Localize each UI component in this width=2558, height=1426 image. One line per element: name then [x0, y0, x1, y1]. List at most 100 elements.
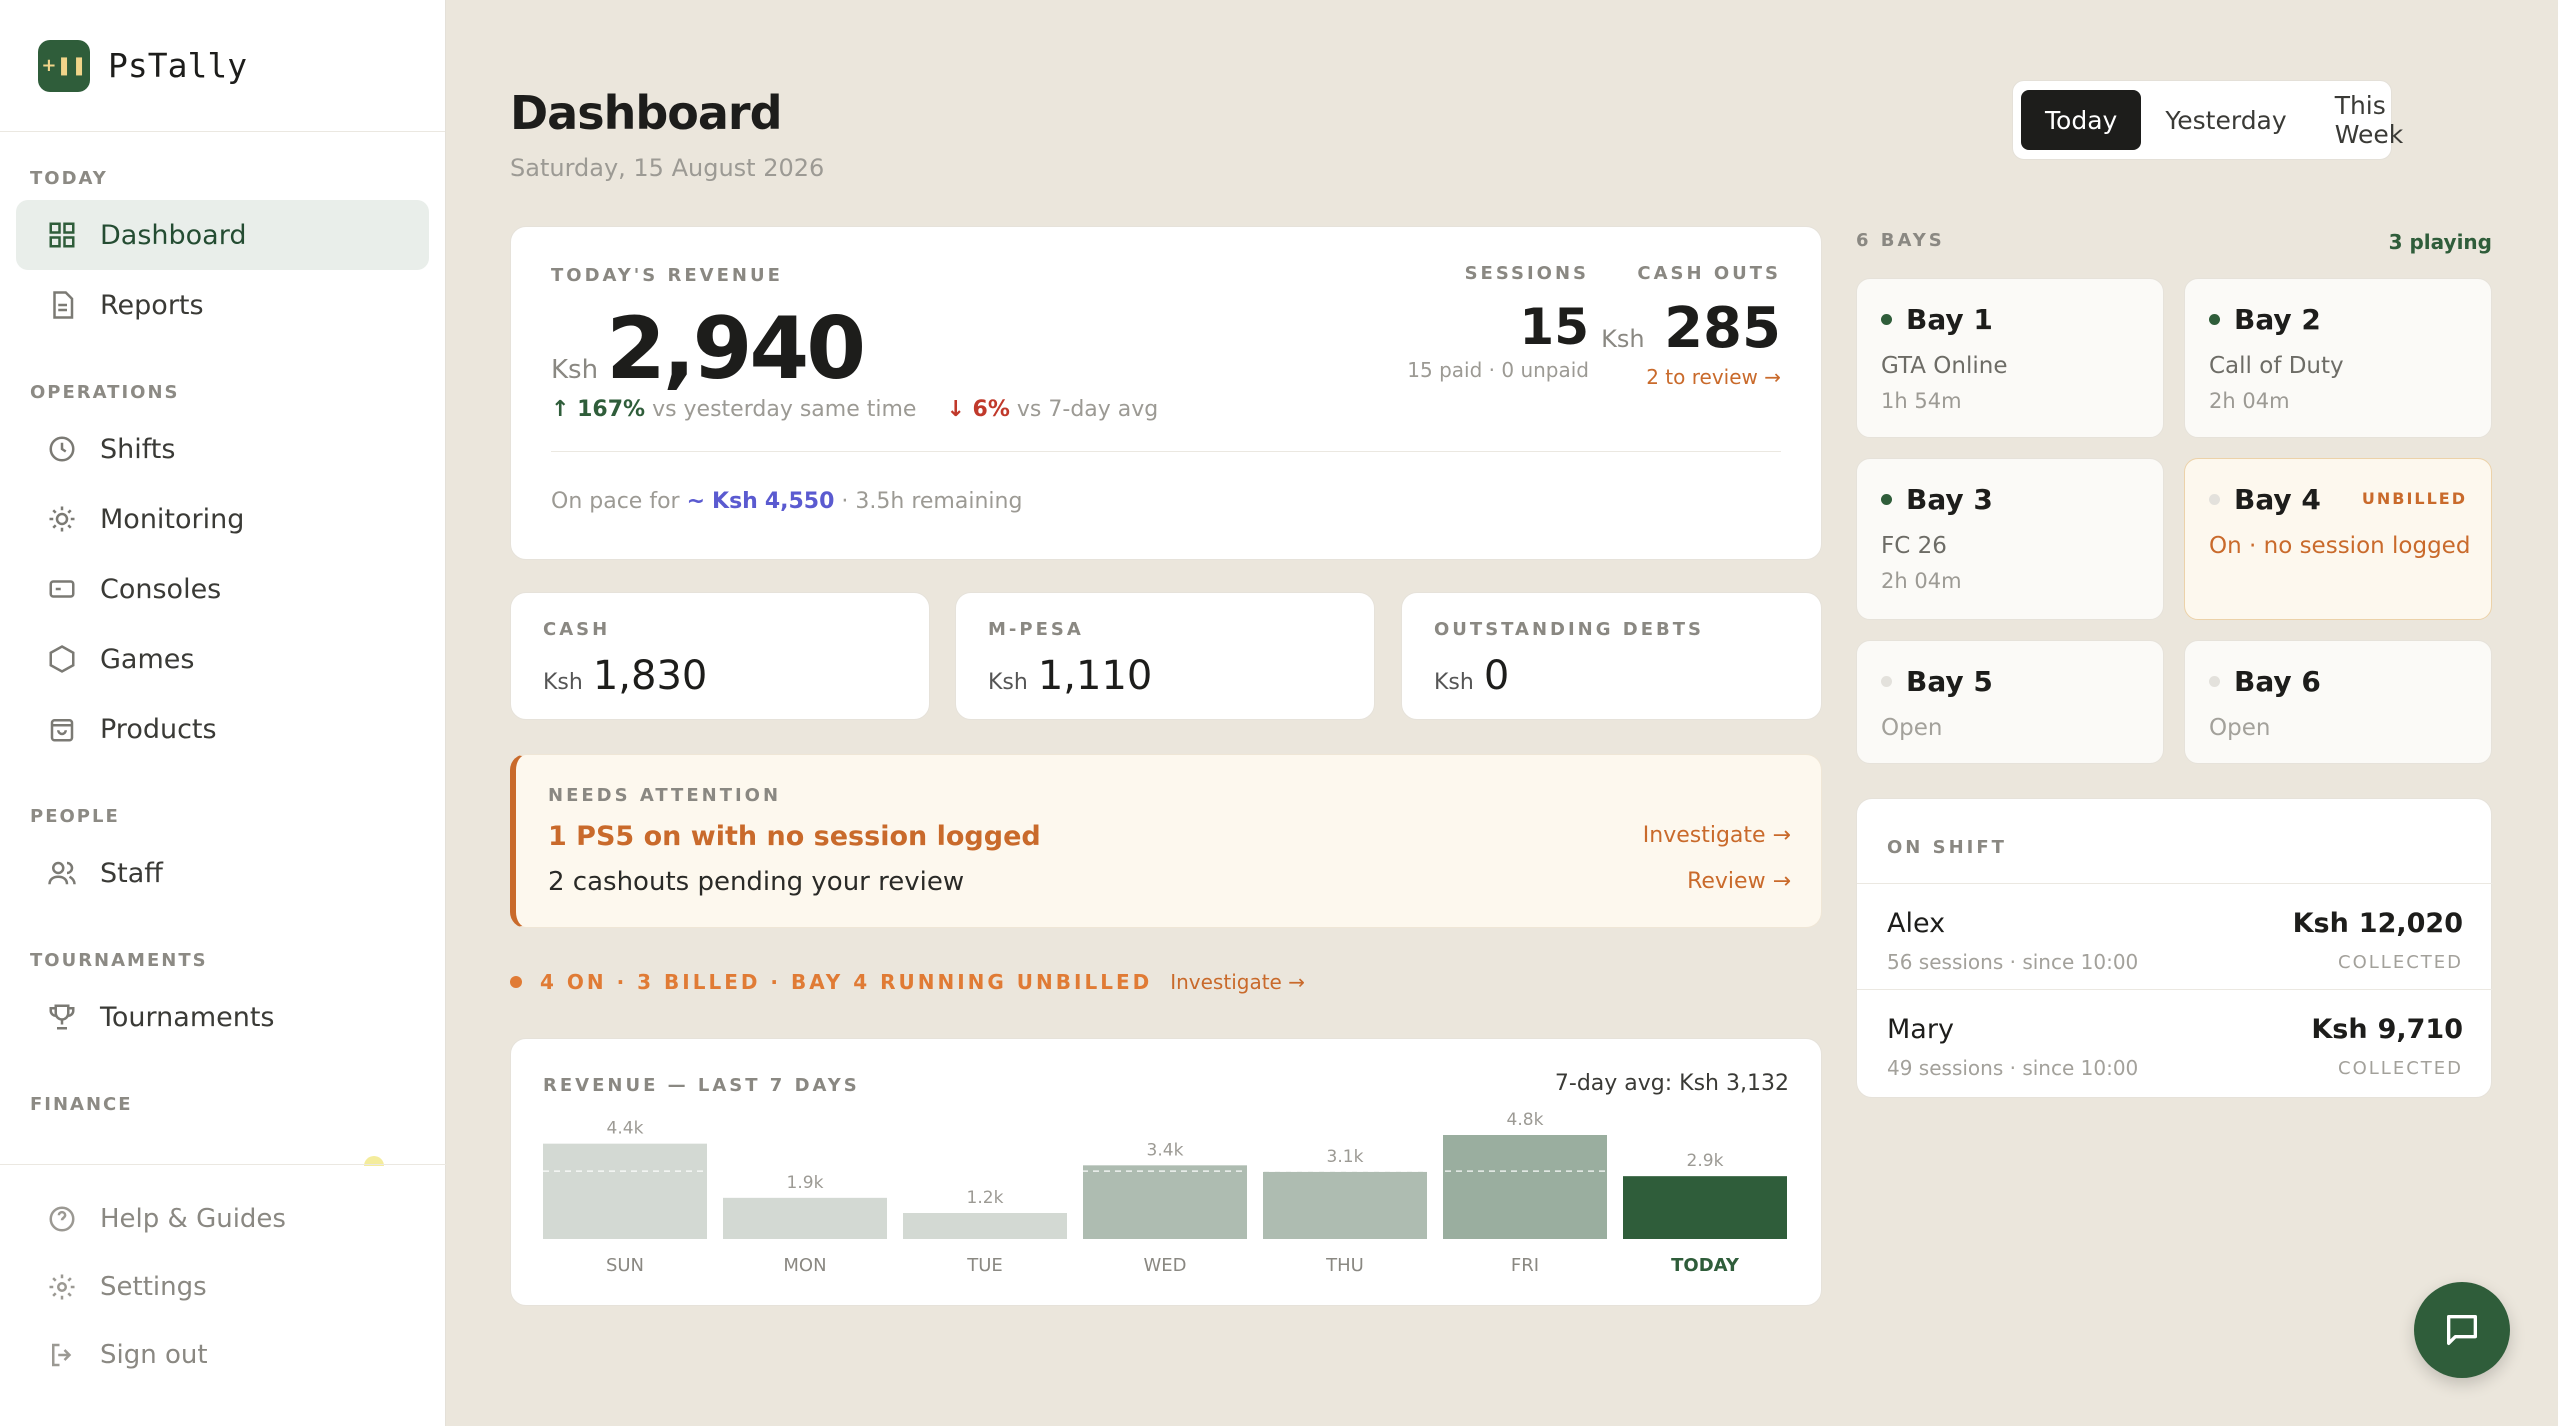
sessions-value: 15	[1519, 298, 1589, 356]
sessions-label: SESSIONS	[1464, 263, 1589, 284]
currency: Ksh	[551, 355, 599, 385]
pace-remaining: · 3.5h remaining	[841, 489, 1023, 514]
nav-heading: OPERATIONS	[30, 382, 180, 403]
bay-card-4[interactable]: Bay 4 UNBILLED On · no session logged	[2184, 458, 2492, 620]
debts-card: OUTSTANDING DEBTS Ksh 0	[1401, 592, 1822, 720]
pace-prefix: On pace for	[551, 489, 680, 514]
sidebar-item-settings[interactable]: Settings	[16, 1253, 430, 1321]
bay-game: FC 26	[1881, 533, 1947, 559]
chart-bar-mon[interactable]	[723, 1197, 887, 1239]
chart-data-label: 1.9k	[787, 1173, 824, 1193]
cash-amount: Ksh 1,830	[543, 653, 707, 699]
sidebar-item-games[interactable]: Games	[16, 624, 429, 694]
debts-value: 0	[1483, 653, 1510, 699]
bay-name-text: Bay 1	[1906, 303, 1993, 336]
chart-bar-wed[interactable]	[1083, 1165, 1247, 1239]
trophy-icon	[46, 1001, 78, 1033]
status-dot-icon	[1881, 494, 1892, 505]
sidebar-item-label: Settings	[100, 1272, 207, 1302]
staff-collected-label: COLLECTED	[2338, 1058, 2463, 1079]
bay-card-5[interactable]: Bay 5 Open	[1856, 640, 2164, 764]
cash-value: 1,830	[592, 653, 708, 699]
sidebar-item-consoles[interactable]: Consoles	[16, 554, 429, 624]
sessions-stat: SESSIONS 15 15 paid · 0 unpaid	[1407, 263, 1589, 382]
nav-section-tournaments: TOURNAMENTS Tournaments	[0, 948, 445, 1052]
bay-card-2[interactable]: Bay 2 Call of Duty 2h 04m	[2184, 278, 2492, 438]
help-icon	[46, 1203, 78, 1235]
debts-label: OUTSTANDING DEBTS	[1434, 619, 1704, 640]
tab-yesterday[interactable]: Yesterday	[2141, 90, 2310, 150]
status-dot-icon	[2209, 676, 2220, 687]
staff-amount: Ksh 9,710	[2311, 1014, 2463, 1045]
staff-row[interactable]: Alex 56 sessions · since 10:00 Ksh 12,020…	[1857, 883, 2493, 989]
sidebar-item-staff[interactable]: Staff	[16, 838, 429, 908]
unbilled-badge: UNBILLED	[2361, 489, 2467, 508]
chat-button[interactable]	[2414, 1282, 2510, 1378]
chart-category-label: TUE	[966, 1255, 1003, 1276]
staff-name: Alex	[1887, 908, 1946, 939]
chart-category-label: TODAY	[1671, 1255, 1740, 1276]
sidebar-item-help[interactable]: Help & Guides	[16, 1185, 430, 1253]
status-investigate-link[interactable]: Investigate →	[1170, 970, 1305, 994]
status-dot-icon	[2209, 314, 2220, 325]
bay-time: 2h 04m	[2209, 389, 2290, 413]
chart-data-label: 2.9k	[1687, 1151, 1724, 1171]
nav-section-people: PEOPLE Staff	[0, 804, 445, 908]
chat-icon	[2447, 1315, 2477, 1345]
revenue-pace: On pace for ~ Ksh 4,550 · 3.5h remaining	[551, 489, 1022, 514]
chart-data-label: 4.4k	[607, 1119, 644, 1139]
staff-row[interactable]: Mary 49 sessions · since 10:00 Ksh 9,710 …	[1857, 989, 2493, 1095]
review-link[interactable]: Review →	[1687, 869, 1791, 894]
status-dot-icon	[1881, 676, 1892, 687]
sidebar-item-reports[interactable]: Reports	[16, 270, 429, 340]
bay-name: Bay 1	[1881, 303, 1993, 336]
bays-playing-count: 3 playing	[2388, 230, 2492, 254]
bays-label: 6 BAYS	[1856, 230, 1945, 251]
cashouts-stat: CASH OUTS Ksh 285 2 to review →	[1601, 263, 1781, 389]
bay-name-text: Bay 3	[1906, 483, 1993, 516]
bay-time: 2h 04m	[1881, 569, 1962, 593]
cashouts-amount: Ksh 285	[1601, 296, 1781, 361]
currency: Ksh	[1601, 325, 1645, 353]
cash-label: CASH	[543, 619, 611, 640]
vs-yesterday-pct: 167%	[577, 397, 646, 422]
nav-heading: FINANCE	[30, 1094, 133, 1115]
bay-card-1[interactable]: Bay 1 GTA Online 1h 54m	[1856, 278, 2164, 438]
console-icon	[46, 573, 78, 605]
vs-yesterday-text: vs yesterday same time	[652, 397, 917, 422]
tab-today[interactable]: Today	[2021, 90, 2142, 150]
investigate-link[interactable]: Investigate →	[1643, 823, 1791, 848]
pace-currency: Ksh	[712, 489, 758, 514]
sidebar-item-tournaments[interactable]: Tournaments	[16, 982, 429, 1052]
chart-bar-today[interactable]	[1623, 1176, 1787, 1239]
pace-symbol: ~	[686, 489, 706, 514]
revenue-bar-chart: 4.4k SUN 1.9k MON 1.2k TUE 3.4k WED 3.1k THU 4.8k F…	[543, 1110, 1787, 1276]
sidebar-item-shifts[interactable]: Shifts	[16, 414, 429, 484]
cashouts-label: CASH OUTS	[1637, 263, 1781, 284]
chart-bar-thu[interactable]	[1263, 1171, 1427, 1239]
sessions-sub: 15 paid · 0 unpaid	[1407, 358, 1589, 382]
sidebar: +❚❚ PsTally TODAY Dashboard Reports OPER…	[0, 0, 446, 1426]
sidebar-item-products[interactable]: Products	[16, 694, 429, 764]
chart-bar-tue[interactable]	[903, 1213, 1067, 1239]
tab-this-week[interactable]: This Week	[2311, 90, 2427, 150]
revenue-label: TODAY'S REVENUE	[551, 265, 783, 286]
cashouts-review-link[interactable]: 2 to review →	[1601, 365, 1781, 389]
chart-bar-fri[interactable]	[1443, 1135, 1607, 1239]
sidebar-item-monitoring[interactable]: Monitoring	[16, 484, 429, 554]
bay-name: Bay 3	[1881, 483, 1993, 516]
vs-avg-text: vs 7-day avg	[1016, 397, 1159, 422]
chart-data-label: 1.2k	[967, 1188, 1004, 1208]
nav-section-today: TODAY Dashboard Reports	[0, 166, 445, 340]
chart-bar-sun[interactable]	[543, 1143, 707, 1239]
sidebar-item-dashboard[interactable]: Dashboard	[16, 200, 429, 270]
staff-meta: 49 sessions · since 10:00	[1887, 1056, 2139, 1080]
bay-card-3[interactable]: Bay 3 FC 26 2h 04m	[1856, 458, 2164, 620]
chart-category-label: SUN	[606, 1255, 644, 1276]
chart-category-label: FRI	[1511, 1255, 1539, 1276]
chart-data-label: 4.8k	[1507, 1110, 1544, 1130]
sidebar-item-sign-out[interactable]: Sign out	[16, 1321, 430, 1389]
status-dot-icon	[1881, 314, 1892, 325]
brand[interactable]: +❚❚ PsTally	[0, 0, 445, 132]
bay-card-6[interactable]: Bay 6 Open	[2184, 640, 2492, 764]
